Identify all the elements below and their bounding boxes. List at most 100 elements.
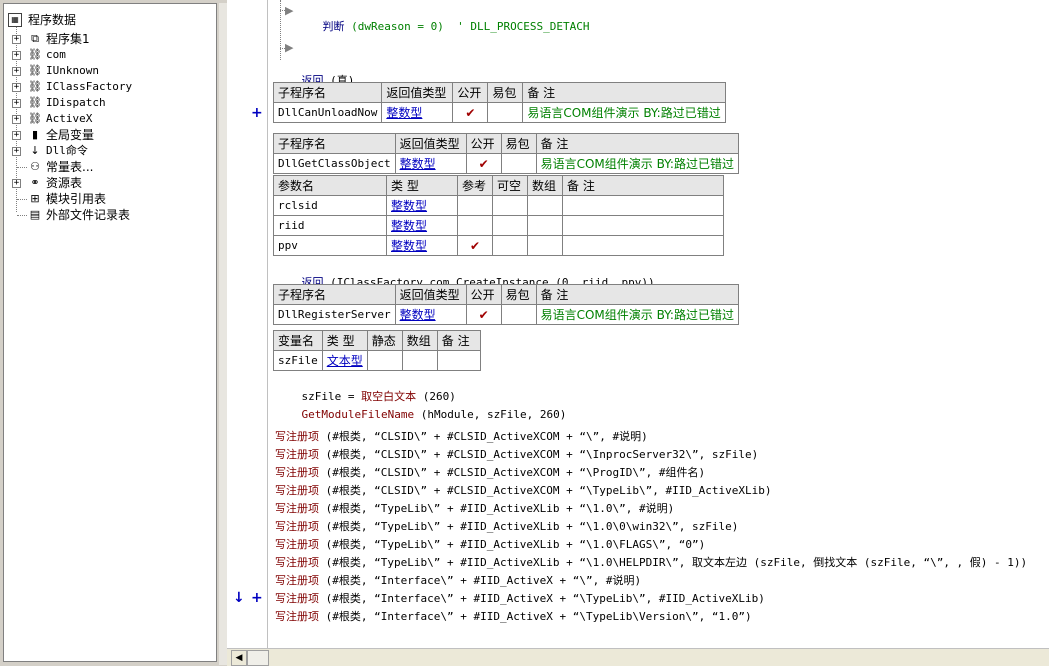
param-ref[interactable] bbox=[457, 195, 493, 216]
sub-note[interactable]: 易语言COM组件演示 BY:路过已错过 bbox=[535, 304, 739, 325]
public-check[interactable]: ✔ bbox=[465, 304, 502, 325]
sub-return-type[interactable]: 整数型 bbox=[394, 304, 467, 325]
param-nullable[interactable] bbox=[492, 235, 528, 256]
table-row[interactable]: riid 整数型 bbox=[273, 215, 724, 236]
col-rettype: 返回值类型 bbox=[394, 284, 467, 305]
code-editor[interactable]: + + ↓ ▶ ▶ 判断 (dwReason = 0) ' DLL_PROCES… bbox=[227, 0, 1049, 666]
assembly-icon: ⧉ bbox=[31, 32, 39, 45]
table-row[interactable]: ppv 整数型 ✔ bbox=[273, 235, 724, 256]
public-check[interactable]: ✔ bbox=[465, 153, 502, 174]
col-note: 备 注 bbox=[522, 82, 726, 103]
col-param-note: 备 注 bbox=[562, 175, 724, 196]
sub-note[interactable]: 易语言COM组件演示 BY:路过已错过 bbox=[522, 102, 726, 123]
expand-icon[interactable]: + bbox=[12, 83, 21, 92]
expand-icon[interactable]: + bbox=[12, 35, 21, 44]
sub-name[interactable]: DllCanUnloadNow bbox=[272, 102, 383, 123]
dll-icon: ↓ bbox=[30, 144, 40, 157]
param-note[interactable] bbox=[562, 215, 724, 236]
param-type[interactable]: 整数型 bbox=[386, 235, 458, 256]
code-line-register[interactable]: 写注册项 (#根类, “TypeLib\” + #IID_ActiveXLib … bbox=[275, 556, 1027, 570]
var-static[interactable] bbox=[366, 350, 403, 371]
tree-item-label: 程序集1 bbox=[46, 32, 90, 46]
expand-plus-icon[interactable]: + bbox=[251, 105, 263, 121]
public-check[interactable]: ✔ bbox=[452, 102, 489, 123]
var-array[interactable] bbox=[401, 350, 438, 371]
function-name: 写注册项 bbox=[275, 538, 319, 551]
expand-icon[interactable]: + bbox=[12, 115, 21, 124]
code-line-register[interactable]: 写注册项 (#根类, “TypeLib\” + #IID_ActiveXLib … bbox=[275, 502, 674, 516]
code-line-register[interactable]: 写注册项 (#根类, “TypeLib\” + #IID_ActiveXLib … bbox=[275, 538, 705, 552]
function-name: GetModuleFileName bbox=[301, 408, 415, 421]
class-icon: ⛓ bbox=[28, 48, 42, 61]
param-name[interactable]: riid bbox=[273, 215, 387, 236]
expand-plus-icon[interactable]: + bbox=[251, 590, 263, 606]
col-pack: 易包 bbox=[500, 133, 537, 154]
database-icon: ▮ bbox=[31, 128, 39, 141]
sub-name[interactable]: DllRegisterServer bbox=[273, 304, 396, 325]
param-ref[interactable]: ✔ bbox=[457, 235, 493, 256]
code-line-register[interactable]: 写注册项 (#根类, “CLSID\” + #CLSID_ActiveXCOM … bbox=[275, 484, 771, 498]
expand-icon[interactable]: + bbox=[12, 99, 21, 108]
pack-cell[interactable] bbox=[487, 102, 524, 123]
code-line-register[interactable]: 写注册项 (#根类, “CLSID\” + #CLSID_ActiveXCOM … bbox=[275, 448, 758, 462]
expand-icon[interactable]: + bbox=[12, 179, 21, 188]
function-name: 写注册项 bbox=[275, 574, 319, 587]
param-type[interactable]: 整数型 bbox=[386, 195, 458, 216]
pack-cell[interactable] bbox=[500, 153, 537, 174]
param-nullable[interactable] bbox=[492, 215, 528, 236]
code-line-judge[interactable]: 判断 (dwReason = 0) ' DLL_PROCESS_DETACH bbox=[296, 6, 590, 48]
expand-icon[interactable]: + bbox=[12, 131, 21, 140]
col-param-nullable: 可空 bbox=[492, 175, 528, 196]
sub-note[interactable]: 易语言COM组件演示 BY:路过已错过 bbox=[535, 153, 739, 174]
code-line-register[interactable]: 写注册项 (#根类, “TypeLib\” + #IID_ActiveXLib … bbox=[275, 520, 738, 534]
expand-icon[interactable]: + bbox=[12, 147, 21, 156]
local-variable-table[interactable]: 变量名 类 型 静态 数组 备 注 szFile 文本型 bbox=[273, 330, 481, 371]
table-row[interactable]: szFile 文本型 bbox=[273, 350, 481, 371]
param-array[interactable] bbox=[527, 235, 563, 256]
param-note[interactable] bbox=[562, 235, 724, 256]
expand-icon[interactable]: + bbox=[12, 51, 21, 60]
param-array[interactable] bbox=[527, 195, 563, 216]
code-line-register[interactable]: 写注册项 (#根类, “Interface\” + #IID_ActiveX +… bbox=[275, 592, 765, 606]
subroutine-table-dllgetclassobject[interactable]: 子程序名 返回值类型 公开 易包 备 注 DllGetClassObject 整… bbox=[273, 133, 739, 174]
var-name[interactable]: szFile bbox=[273, 350, 323, 371]
horizontal-scrollbar[interactable]: ◀ bbox=[227, 648, 1049, 666]
table-row[interactable]: rclsid 整数型 bbox=[273, 195, 724, 216]
param-array[interactable] bbox=[527, 215, 563, 236]
code-line-register[interactable]: 写注册项 (#根类, “Interface\” + #IID_ActiveX +… bbox=[275, 610, 752, 624]
tree-splitter[interactable] bbox=[219, 3, 227, 665]
function-name: 写注册项 bbox=[275, 592, 319, 605]
subroutine-table-dllcanunloadnow[interactable]: 子程序名 返回值类型 公开 易包 备 注 DllCanUnloadNow 整数型… bbox=[272, 82, 726, 123]
param-ref[interactable] bbox=[457, 215, 493, 236]
param-name[interactable]: ppv bbox=[273, 235, 387, 256]
scroll-thumb[interactable] bbox=[247, 650, 269, 666]
down-arrow-icon[interactable]: ↓ bbox=[233, 590, 245, 606]
col-var-static: 静态 bbox=[366, 330, 403, 351]
subroutine-table-dllregisterserver[interactable]: 子程序名 返回值类型 公开 易包 备 注 DllRegisterServer 整… bbox=[273, 284, 739, 325]
tree-item-label: Dll命令 bbox=[46, 144, 88, 157]
scroll-left-icon[interactable]: ◀ bbox=[231, 650, 247, 666]
tree-item-label: ActiveX bbox=[46, 112, 93, 125]
param-type[interactable]: 整数型 bbox=[386, 215, 458, 236]
function-name: 写注册项 bbox=[275, 610, 319, 623]
sub-return-type[interactable]: 整数型 bbox=[394, 153, 467, 174]
tree-item-label: 模块引用表 bbox=[46, 192, 107, 206]
sub-return-type[interactable]: 整数型 bbox=[381, 102, 454, 123]
param-nullable[interactable] bbox=[492, 195, 528, 216]
param-name[interactable]: rclsid bbox=[273, 195, 387, 216]
col-var-type: 类 型 bbox=[321, 330, 368, 351]
var-type[interactable]: 文本型 bbox=[321, 350, 368, 371]
code-line-register[interactable]: 写注册项 (#根类, “Interface\” + #IID_ActiveX +… bbox=[275, 574, 641, 588]
tree-item-label: 资源表 bbox=[46, 176, 83, 190]
parameter-table[interactable]: 参数名 类 型 参考 可空 数组 备 注 rclsid 整数型 riid 整数型… bbox=[273, 175, 724, 256]
expand-icon[interactable]: + bbox=[12, 67, 21, 76]
param-note[interactable] bbox=[562, 195, 724, 216]
sub-name[interactable]: DllGetClassObject bbox=[273, 153, 396, 174]
var-note[interactable] bbox=[436, 350, 481, 371]
col-param-name: 参数名 bbox=[273, 175, 387, 196]
program-data-tree[interactable]: ▦ 程序数据 + ⧉ 程序集1 + ⛓ com + ⛓ IUnknown + ⛓ IClassFact… bbox=[3, 3, 217, 662]
code-line-register[interactable]: 写注册项 (#根类, “CLSID\” + #CLSID_ActiveXCOM … bbox=[275, 430, 648, 444]
code-line-register[interactable]: 写注册项 (#根类, “CLSID\” + #CLSID_ActiveXCOM … bbox=[275, 466, 705, 480]
function-name: 写注册项 bbox=[275, 484, 319, 497]
pack-cell[interactable] bbox=[500, 304, 537, 325]
